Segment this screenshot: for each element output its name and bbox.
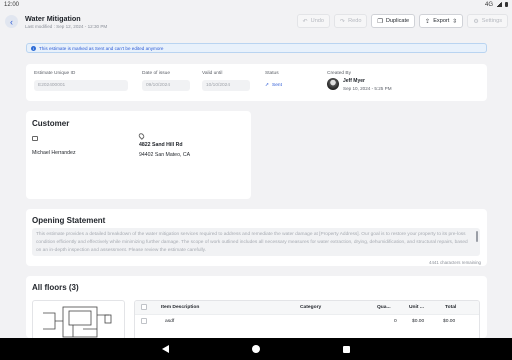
status-right: 4G	[485, 2, 508, 8]
floor-plan-thumbnail[interactable]	[32, 300, 125, 338]
export-icon: ⇪	[425, 18, 431, 25]
floor-plan-drawing	[43, 306, 112, 338]
toolbar: ↶ Undo ↷ Redo ❐ Duplicate ⇪ Export ⇳ ⚙ S…	[296, 14, 508, 28]
info-icon: i	[31, 45, 36, 51]
estimate-id-value: E202400001	[34, 80, 128, 91]
duplicate-button[interactable]: ❐ Duplicate	[371, 14, 416, 28]
floors-heading: All floors (3)	[32, 283, 79, 292]
opening-statement-textarea[interactable]: This estimate provides a detailed breakd…	[32, 228, 480, 256]
system-nav-bar	[0, 338, 512, 360]
redo-button[interactable]: ↷ Redo	[334, 14, 368, 28]
undo-button[interactable]: ↶ Undo	[296, 14, 331, 28]
date-of-issue-field: Date of issue 09/10/2024	[142, 71, 190, 91]
col-total: Total	[445, 305, 457, 310]
col-unit: Unit ...	[409, 305, 424, 310]
title-block: Water Mitigation Last modified : Sep 12,…	[25, 14, 107, 29]
id-card-icon	[32, 136, 38, 141]
customer-card[interactable]: Customer Michael Herrandez 4822 Sand Hil…	[26, 111, 251, 199]
chevron-up-down-icon: ⇳	[452, 18, 458, 25]
status-bar: 12:00 4G	[0, 0, 512, 9]
last-modified: Last modified : Sep 12, 2024 - 12:30 PM	[25, 24, 108, 29]
settings-button[interactable]: ⚙ Settings	[467, 14, 508, 28]
characters-remaining: 4441 characters remaining	[429, 260, 481, 265]
select-all-checkbox[interactable]	[141, 304, 147, 310]
customer-heading: Customer	[32, 119, 70, 128]
top-bar: ‹ Water Mitigation Last modified : Sep 1…	[0, 9, 512, 34]
undo-label: Undo	[310, 18, 325, 24]
sent-banner: i This estimate is marked as Sent and ca…	[26, 43, 487, 53]
date-of-issue-value: 09/10/2024	[142, 80, 190, 91]
date-of-issue-label: Date of issue	[142, 71, 170, 76]
created-by-label: Created By	[327, 71, 351, 76]
row-quantity: 0	[394, 318, 397, 324]
status-time: 12:00	[4, 1, 20, 8]
created-date: Sep 10, 2024 - 5:25 PM	[343, 86, 392, 91]
battery-icon	[505, 2, 508, 7]
row-description: asdf	[165, 318, 175, 324]
avatar	[327, 78, 339, 90]
customer-name: Michael Herrandez	[32, 150, 76, 156]
valid-until-value: 10/10/2024	[202, 80, 250, 91]
customer-address-line2: 94402 San Mateo, CA	[139, 152, 191, 158]
customer-address-line1: 4822 Sand Hill Rd	[139, 142, 183, 148]
redo-label: Redo	[348, 18, 362, 24]
banner-text: This estimate is marked as Sent and can'…	[39, 45, 164, 51]
gear-icon: ⚙	[473, 18, 479, 25]
undo-icon: ↶	[302, 18, 308, 25]
nav-back-icon[interactable]	[161, 345, 169, 353]
status-value: Sent	[272, 83, 282, 88]
status-label: Status	[265, 71, 279, 76]
nav-recents-icon[interactable]	[343, 345, 351, 353]
status-field: Status ➚ Sent	[265, 71, 313, 91]
row-total: $0.00	[443, 318, 456, 324]
creator-text: Jeff Myer Sep 10, 2024 - 5:25 PM	[343, 78, 392, 91]
valid-until-label: Valid until	[202, 71, 223, 76]
export-button[interactable]: ⇪ Export ⇳	[419, 14, 464, 28]
duplicate-label: Duplicate	[385, 18, 410, 24]
floors-card: All floors (3) Item Description Category…	[26, 276, 487, 338]
send-icon: ➚	[265, 83, 270, 88]
row-unit: $0.00	[412, 318, 425, 324]
creator-info: Jeff Myer Sep 10, 2024 - 5:25 PM	[327, 78, 437, 91]
created-by-field: Created By Jeff Myer Sep 10, 2024 - 5:25…	[327, 71, 437, 91]
opening-statement-heading: Opening Statement	[32, 216, 106, 225]
creator-name: Jeff Myer	[343, 78, 365, 84]
redo-icon: ↷	[340, 18, 346, 25]
col-item-description: Item Description	[161, 305, 200, 310]
table-header: Item Description Category Qua... Unit ..…	[135, 301, 479, 314]
page-title: Water Mitigation	[25, 14, 81, 23]
nav-home-icon[interactable]	[251, 345, 260, 353]
textarea-scrollbar[interactable]	[476, 231, 478, 242]
estimate-id-field: Estimate Unique ID E202400001	[34, 71, 128, 91]
items-table: Item Description Category Qua... Unit ..…	[134, 300, 480, 338]
settings-label: Settings	[481, 18, 502, 24]
estimate-meta-card: Estimate Unique ID E202400001 Date of is…	[26, 64, 487, 101]
opening-statement-card: Opening Statement This estimate provides…	[26, 209, 487, 266]
table-row[interactable]: asdf 0 $0.00 $0.00	[135, 314, 479, 327]
network-label: 4G	[484, 1, 493, 8]
row-checkbox[interactable]	[141, 318, 147, 324]
duplicate-icon: ❐	[377, 18, 383, 25]
status-badge: ➚ Sent	[265, 80, 313, 91]
valid-until-field: Valid until 10/10/2024	[202, 71, 250, 91]
export-label: Export	[433, 18, 450, 24]
estimate-id-label: Estimate Unique ID	[34, 71, 76, 76]
chevron-left-icon[interactable]: ‹	[5, 15, 18, 28]
signal-icon	[496, 2, 502, 7]
col-category: Category	[300, 305, 322, 310]
opening-statement-text: This estimate provides a detailed breakd…	[36, 232, 468, 253]
col-quantity: Qua...	[377, 305, 391, 310]
map-pin-icon	[137, 132, 146, 140]
